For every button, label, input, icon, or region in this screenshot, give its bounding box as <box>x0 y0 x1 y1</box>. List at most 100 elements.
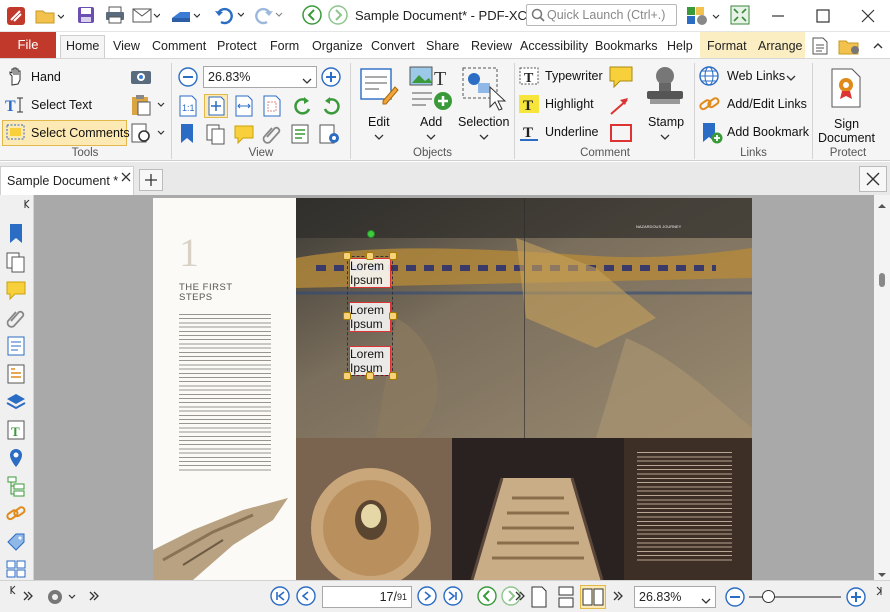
resize-handle[interactable] <box>343 372 351 380</box>
document-properties-icon[interactable] <box>810 36 830 56</box>
edit-button[interactable]: Edit <box>356 63 402 145</box>
fit-page-icon[interactable] <box>204 94 228 118</box>
resize-handle[interactable] <box>389 372 397 380</box>
tab-view[interactable]: View <box>111 36 142 58</box>
zoom-in-small-icon[interactable] <box>846 587 866 610</box>
zoom-level-select[interactable]: 26.83% <box>203 66 317 88</box>
status-expand-icon[interactable] <box>612 590 624 605</box>
resize-handle[interactable] <box>389 252 397 260</box>
quick-launch-input[interactable]: Quick Launch (Ctrl+.) <box>526 4 677 26</box>
open-folder-icon[interactable] <box>34 6 65 26</box>
snapshot-icon[interactable] <box>130 67 152 85</box>
previous-page-icon[interactable] <box>296 586 316 609</box>
scroll-up-icon[interactable] <box>878 199 886 213</box>
content-icon[interactable] <box>5 363 27 385</box>
scan-icon[interactable] <box>170 6 201 26</box>
resize-handle[interactable] <box>389 312 397 320</box>
vertical-scrollbar[interactable] <box>874 195 890 580</box>
collapse-right-icon[interactable] <box>874 585 884 599</box>
close-tab-icon[interactable] <box>121 171 131 185</box>
status-expand-icon[interactable] <box>514 590 526 605</box>
tab-convert[interactable]: Convert <box>369 36 417 58</box>
status-settings-icon[interactable] <box>44 586 78 608</box>
fit-width-icon[interactable] <box>234 95 254 117</box>
tab-comment[interactable]: Comment <box>150 36 208 58</box>
new-tab-icon[interactable] <box>139 169 163 191</box>
tab-review[interactable]: Review <box>469 36 514 58</box>
file-menu-button[interactable]: File <box>0 32 56 58</box>
layers-icon[interactable] <box>5 391 27 413</box>
actual-size-icon[interactable]: 1:1 <box>178 95 198 117</box>
minimize-icon[interactable] <box>770 8 786 24</box>
tab-share[interactable]: Share <box>424 36 461 58</box>
add-edit-links-button[interactable]: Add/Edit Links <box>698 94 808 116</box>
select-comments-button[interactable]: Select Comments <box>2 120 130 146</box>
facing-pages-icon[interactable] <box>580 585 606 609</box>
bookmark-icon[interactable] <box>178 123 196 145</box>
tab-arrange[interactable]: Arrange <box>756 36 804 58</box>
resize-handle[interactable] <box>343 252 351 260</box>
back-view-icon[interactable] <box>477 586 497 609</box>
next-page-icon[interactable] <box>417 586 437 609</box>
back-nav-icon[interactable] <box>302 5 322 25</box>
status-expand-icon[interactable] <box>88 590 100 605</box>
email-icon[interactable] <box>132 6 161 26</box>
document-view[interactable]: 1 THE FIRST STEPS NAZARDOUS JOURNEY Lore… <box>34 195 874 580</box>
destinations-icon[interactable] <box>5 447 27 469</box>
add-bookmark-button[interactable]: Add Bookmark <box>698 122 810 144</box>
save-icon[interactable] <box>76 5 96 25</box>
sticky-note-icon[interactable] <box>608 65 634 89</box>
rotate-left-icon[interactable] <box>292 95 314 117</box>
collapse-pane-icon[interactable] <box>22 198 32 212</box>
resize-handle[interactable] <box>366 252 374 260</box>
find-icon[interactable] <box>130 122 166 144</box>
underline-button[interactable]: T Underline <box>518 122 608 144</box>
attachments-pane-icon[interactable] <box>5 307 27 329</box>
collapse-left-icon[interactable] <box>8 584 18 598</box>
add-button[interactable]: T Add <box>406 63 456 145</box>
collapse-ribbon-icon[interactable] <box>872 40 884 52</box>
selection-button[interactable]: Selection <box>457 63 511 145</box>
comments-pane-icon[interactable] <box>233 123 255 145</box>
attachments-icon[interactable] <box>261 123 283 145</box>
continuous-page-icon[interactable] <box>555 586 577 611</box>
resize-handle[interactable] <box>343 312 351 320</box>
zoom-out-small-icon[interactable] <box>725 587 745 610</box>
folder-settings-icon[interactable] <box>838 36 862 56</box>
tab-bookmarks[interactable]: Bookmarks <box>593 36 660 58</box>
close-window-icon[interactable] <box>860 8 876 24</box>
bookmarks-pane-icon[interactable] <box>5 223 27 245</box>
zoom-out-icon[interactable] <box>178 67 198 87</box>
arrow-annotation-icon[interactable] <box>608 95 632 117</box>
undo-icon[interactable] <box>214 5 245 25</box>
properties-icon[interactable] <box>5 335 27 357</box>
tab-protect[interactable]: Protect <box>215 36 259 58</box>
first-page-icon[interactable] <box>270 586 290 609</box>
rotation-handle[interactable] <box>367 230 375 238</box>
tab-form[interactable]: Form <box>268 36 301 58</box>
paste-icon[interactable] <box>130 94 166 116</box>
rectangle-annotation-icon[interactable] <box>608 122 634 144</box>
resize-handle[interactable] <box>366 372 374 380</box>
tab-help[interactable]: Help <box>665 36 695 58</box>
select-text-button[interactable]: T Select Text <box>4 95 124 117</box>
highlight-button[interactable]: T Highlight <box>518 94 608 116</box>
fullscreen-icon[interactable] <box>730 5 750 25</box>
structure-icon[interactable] <box>5 475 27 497</box>
status-more-icon[interactable] <box>22 590 34 605</box>
customize-toolbar-icon[interactable] <box>686 5 720 27</box>
page-organizer-icon[interactable] <box>5 559 27 581</box>
rotate-right-icon[interactable] <box>320 95 342 117</box>
thumbnails-pane-icon[interactable] <box>5 251 27 273</box>
tab-organize[interactable]: Organize <box>310 36 365 58</box>
document-settings-icon[interactable] <box>317 123 341 145</box>
scrollbar-thumb[interactable] <box>879 273 885 287</box>
print-icon[interactable] <box>104 5 126 25</box>
single-page-icon[interactable] <box>530 586 548 611</box>
text-content-icon[interactable]: T <box>5 419 27 441</box>
sign-document-button[interactable]: Sign Document <box>816 63 878 145</box>
page-number-input[interactable]: 17/91 <box>322 586 412 608</box>
status-zoom-select[interactable]: 26.83% <box>634 586 716 608</box>
zoom-slider-thumb[interactable] <box>762 590 775 603</box>
forward-nav-icon[interactable] <box>328 5 348 25</box>
